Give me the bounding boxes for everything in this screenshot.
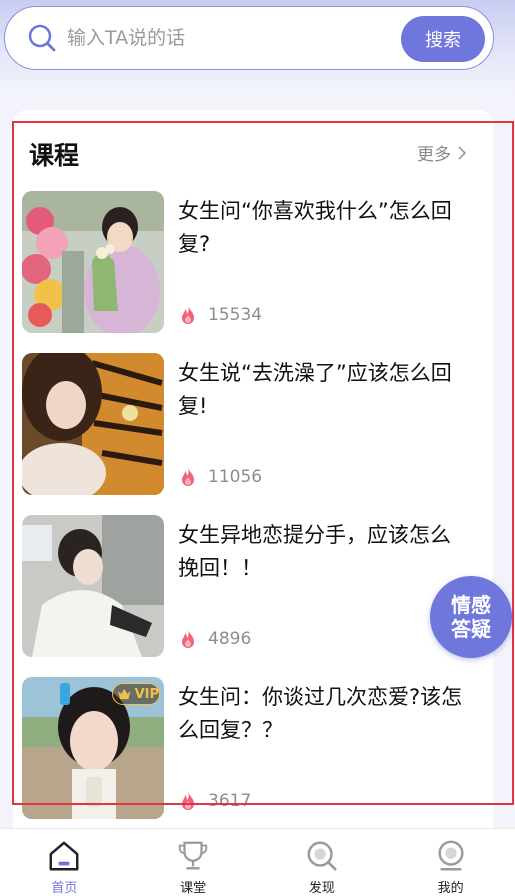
view-count: 11056 — [176, 465, 262, 489]
tab-discover-label: 发现 — [308, 881, 335, 896]
view-count: 3617 — [176, 789, 251, 813]
search-button[interactable]: 搜索 — [401, 16, 485, 62]
emotion-qa-button[interactable]: 情感 答疑 — [430, 576, 512, 658]
course-thumbnail-image — [22, 515, 164, 657]
vip-label: VIP — [134, 686, 159, 702]
chevron-right-icon — [458, 145, 467, 160]
tab-discover[interactable]: 发现 — [258, 829, 387, 896]
view-count: 15534 — [176, 303, 262, 327]
vip-badge: VIP — [112, 683, 160, 705]
course-title: 女生问“你喜欢我什么”怎么回复? — [178, 199, 452, 256]
emotion-qa-line1: 情感 — [451, 593, 491, 617]
course-thumbnail — [22, 353, 164, 495]
fire-icon — [182, 467, 194, 486]
profile-icon — [438, 840, 464, 871]
course-thumbnail-image — [22, 191, 164, 333]
tab-classroom-label: 课堂 — [180, 881, 207, 896]
crown-icon — [118, 688, 131, 700]
course-thumbnail — [22, 191, 164, 333]
fire-icon — [182, 305, 194, 324]
tab-profile[interactable]: 我的 — [386, 829, 515, 896]
course-item[interactable]: 女生问“你喜欢我什么”怎么回复? 15534 — [22, 191, 482, 333]
view-count-value: 3617 — [208, 791, 252, 811]
home-icon — [49, 841, 79, 871]
course-thumbnail: VIP — [22, 677, 164, 819]
fire-icon — [182, 791, 194, 810]
course-thumbnail — [22, 515, 164, 657]
view-count-value: 11056 — [208, 467, 263, 487]
more-link-label: 更多 — [417, 145, 451, 165]
course-title: 女生说“去洗澡了”应该怎么回复! — [178, 361, 452, 418]
course-item[interactable]: 女生说“去洗澡了”应该怎么回复! 11056 — [22, 353, 482, 495]
fire-icon — [182, 629, 194, 648]
course-title: 女生异地恋提分手，应该怎么挽回！！ — [178, 523, 451, 580]
tab-classroom[interactable]: 课堂 — [129, 829, 258, 896]
search-icon — [28, 24, 56, 52]
view-count: 4896 — [176, 627, 251, 651]
emotion-qa-line2: 答疑 — [451, 617, 491, 641]
course-item[interactable]: VIP 女生问：你谈过几次恋爱?该怎么回复？？ 3617 — [22, 677, 482, 819]
bottom-tab-bar: 首页 课堂 发现 我的 — [0, 828, 515, 896]
section-title: 课程 — [29, 141, 80, 170]
course-thumbnail-image — [22, 353, 164, 495]
trophy-icon — [178, 841, 208, 870]
course-item[interactable]: 女生异地恋提分手，应该怎么挽回！！ 4896 — [22, 515, 482, 657]
tab-home[interactable]: 首页 — [0, 829, 129, 896]
course-section: 课程 更多 女生问“你喜欢我什么”怎么回复? 15534 女生说“去洗澡了”应该… — [13, 110, 493, 840]
tab-home-label: 首页 — [51, 881, 78, 896]
discover-icon — [307, 841, 337, 871]
search-bar[interactable]: 搜索 — [4, 6, 494, 70]
tab-profile-label: 我的 — [437, 881, 464, 896]
view-count-value: 15534 — [208, 305, 263, 325]
view-count-value: 4896 — [208, 629, 252, 649]
course-title: 女生问：你谈过几次恋爱?该怎么回复？？ — [178, 685, 463, 742]
more-link[interactable]: 更多 — [417, 140, 467, 165]
search-input[interactable] — [67, 21, 387, 55]
